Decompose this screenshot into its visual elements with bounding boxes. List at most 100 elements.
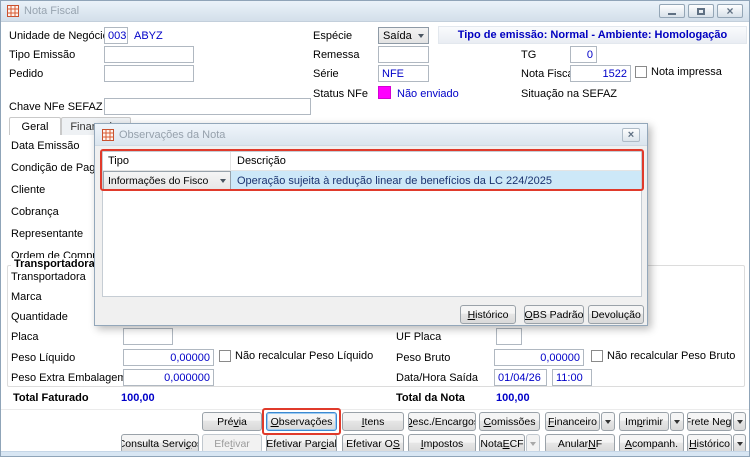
data-saida-input[interactable]: 01/04/26 <box>494 369 547 386</box>
observacoes-modal: Observações da Nota × Tipo Descrição Inf… <box>94 123 648 326</box>
modal-titlebar[interactable]: Observações da Nota × <box>95 124 647 146</box>
chevron-down-icon <box>674 419 680 424</box>
transportadora-group-label: Transportadora <box>11 258 98 270</box>
grid-header-row: Tipo Descrição <box>103 152 641 171</box>
tg-input[interactable]: 0 <box>570 46 597 63</box>
tipo-emissao-label: Tipo Emissão <box>9 49 76 61</box>
close-icon: × <box>627 128 635 141</box>
nota-impressa-checkbox[interactable] <box>635 66 647 78</box>
close-button[interactable]: × <box>717 4 743 18</box>
status-nfe-value: Não enviado <box>397 88 459 100</box>
nota-impressa-checkbox-row: Nota impressa <box>635 66 722 78</box>
chevron-down-icon <box>220 178 226 183</box>
unidade-negocio-name: ABYZ <box>134 30 163 42</box>
window-controls: × <box>659 4 743 18</box>
uf-placa-label: UF Placa <box>396 331 442 343</box>
nota-fiscal-window: Nota Fiscal × Unidade de Negócio 003 ABY… <box>0 0 750 457</box>
representante-label: Representante <box>11 228 84 240</box>
recalc-peso-liquido-checkbox[interactable] <box>219 350 231 362</box>
status-strip <box>1 451 749 456</box>
minimize-button[interactable] <box>659 4 685 18</box>
financeiro-button[interactable]: Financeiro <box>545 412 600 431</box>
app-icon <box>7 5 19 17</box>
chave-nfe-input[interactable] <box>104 98 311 115</box>
close-icon: × <box>726 4 734 18</box>
tipo-emissao-input[interactable] <box>104 46 194 63</box>
financeiro-dropdown-button[interactable] <box>601 412 615 431</box>
minimize-icon <box>668 13 676 15</box>
unidade-negocio-label: Unidade de Negócio <box>9 30 109 42</box>
total-nota-label: Total da Nota <box>396 392 465 404</box>
frete-neg-dropdown-button[interactable] <box>733 412 746 431</box>
chevron-down-icon <box>418 33 424 38</box>
hora-saida-input[interactable]: 11:00 <box>552 369 592 386</box>
tab-geral[interactable]: Geral <box>9 117 61 135</box>
recalc-peso-bruto-label: Não recalcular Peso Bruto <box>607 350 736 362</box>
transportadora-label: Transportadora <box>11 271 86 283</box>
nota-impressa-label: Nota impressa <box>651 66 722 78</box>
modal-app-icon <box>102 128 114 141</box>
chevron-down-icon <box>736 441 743 446</box>
modal-close-button[interactable]: × <box>622 127 640 142</box>
modal-title: Observações da Nota <box>119 128 226 141</box>
chevron-down-icon <box>605 419 611 424</box>
grid-header-descricao: Descrição <box>237 155 286 167</box>
window-title: Nota Fiscal <box>24 5 80 17</box>
peso-bruto-input[interactable]: 0,00000 <box>494 349 584 366</box>
historico-modal-button[interactable]: Histórico <box>460 305 516 324</box>
peso-extra-input[interactable]: 0,000000 <box>123 369 214 386</box>
chevron-down-icon <box>736 419 743 424</box>
observacoes-grid: Tipo Descrição Informações do Fisco Oper… <box>102 151 642 297</box>
especie-select[interactable]: Saída <box>378 27 429 44</box>
maximize-button[interactable] <box>688 4 714 18</box>
maximize-icon <box>697 7 705 15</box>
grid-row-selected[interactable]: Informações do Fisco Operação sujeita à … <box>103 171 641 190</box>
peso-liquido-label: Peso Líquido <box>11 352 76 364</box>
status-nfe-swatch <box>378 86 391 99</box>
especie-value: Saída <box>383 29 412 42</box>
window-titlebar[interactable]: Nota Fiscal × <box>1 1 749 22</box>
total-faturado-label: Total Faturado <box>13 392 89 404</box>
recalc-peso-liquido-row: Não recalcular Peso Líquido <box>219 350 373 362</box>
nota-fiscal-label: Nota Fiscal <box>521 68 577 80</box>
remessa-label: Remessa <box>313 49 360 61</box>
pedido-label: Pedido <box>9 68 44 80</box>
marca-label: Marca <box>11 291 42 303</box>
data-emissao-label: Data Emissão <box>11 140 80 152</box>
tg-label: TG <box>521 49 537 61</box>
uf-placa-input[interactable] <box>496 328 522 345</box>
recalc-peso-liquido-label: Não recalcular Peso Líquido <box>235 350 374 362</box>
serie-input[interactable]: NFE <box>378 65 429 82</box>
tipo-select[interactable]: Informações do Fisco <box>103 171 231 190</box>
remessa-input[interactable] <box>378 46 429 63</box>
observacoes-button[interactable]: Observações <box>266 412 337 431</box>
peso-extra-label: Peso Extra Embalagem <box>11 372 127 384</box>
emission-environment-banner: Tipo de emissão: Normal - Ambiente: Homo… <box>438 26 747 44</box>
serie-label: Série <box>313 68 339 80</box>
recalc-peso-bruto-checkbox[interactable] <box>591 350 603 362</box>
itens-button[interactable]: Itens <box>342 412 404 431</box>
desc-encargos-button[interactable]: Desc./Encargos <box>408 412 476 431</box>
recalc-peso-bruto-row: Não recalcular Peso Bruto <box>591 350 735 362</box>
peso-bruto-label: Peso Bruto <box>396 352 451 364</box>
total-nota-value: 100,00 <box>496 392 530 404</box>
chevron-down-icon <box>530 441 536 446</box>
devolucao-button[interactable]: Devolução <box>588 305 644 324</box>
imprimir-dropdown-button[interactable] <box>670 412 684 431</box>
frete-neg-button[interactable]: Frete Neg. <box>687 412 732 431</box>
obs-padrao-button[interactable]: O BS Padrão <box>524 305 584 324</box>
peso-liquido-input[interactable]: 0,00000 <box>123 349 214 366</box>
total-faturado-value: 100,00 <box>121 392 155 404</box>
placa-input[interactable] <box>123 328 173 345</box>
data-hora-saida-label: Data/Hora Saída <box>396 372 478 384</box>
nota-fiscal-input[interactable]: 1522 <box>570 65 631 82</box>
unidade-negocio-input[interactable]: 003 <box>104 27 128 44</box>
imprimir-button[interactable]: Im p rimir <box>619 412 669 431</box>
previa-button[interactable]: Pré v ia <box>202 412 262 431</box>
quantidade-label: Quantidade <box>11 311 68 323</box>
situacao-sefaz-label: Situação na SEFAZ <box>521 88 617 100</box>
comissoes-button[interactable]: Comissões <box>479 412 540 431</box>
descricao-value: Operação sujeita à redução linear de ben… <box>237 174 552 187</box>
pedido-input[interactable] <box>104 65 194 82</box>
cliente-label: Cliente <box>11 184 46 196</box>
